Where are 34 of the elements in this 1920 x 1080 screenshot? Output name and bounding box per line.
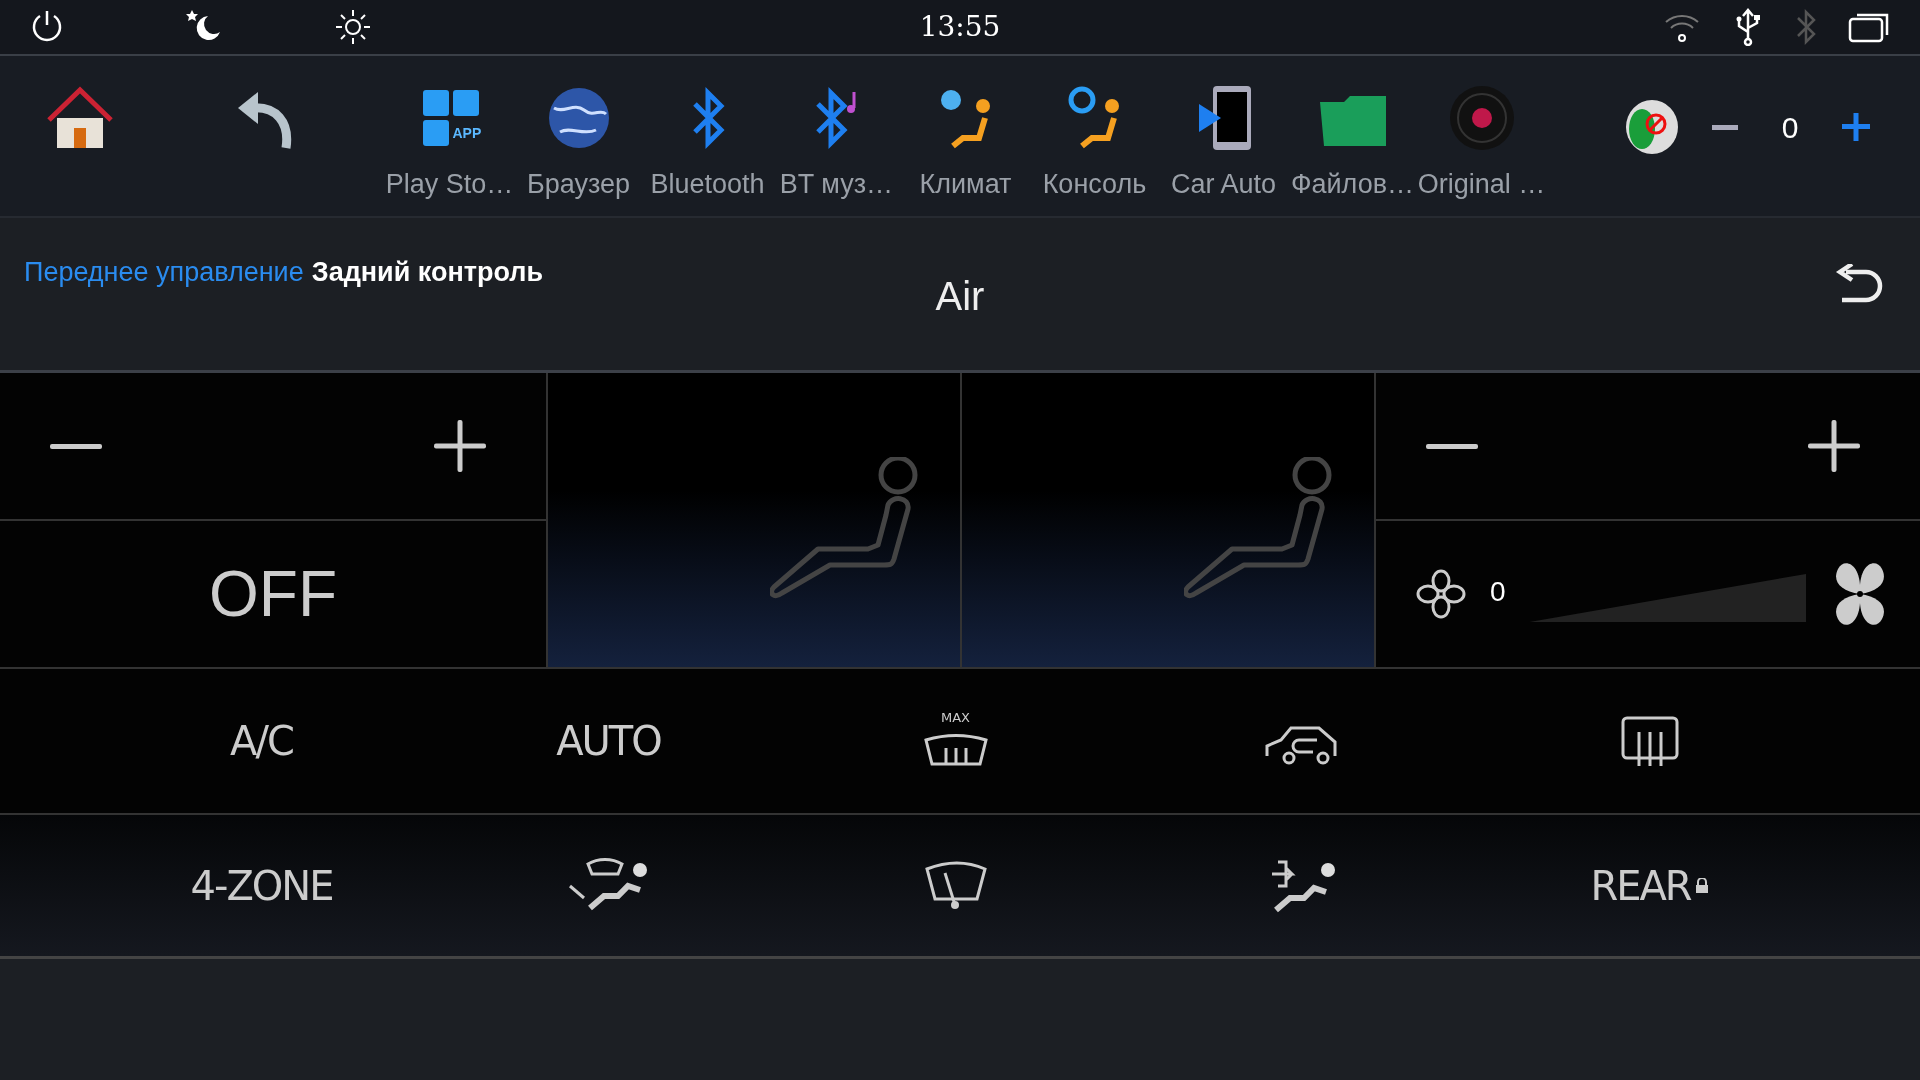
volume-value: 0: [1780, 109, 1800, 146]
minus-icon[interactable]: [1712, 125, 1738, 131]
app-label[interactable]: Браузер: [526, 164, 631, 205]
tab[interactable]: Задний контроль: [307, 252, 548, 293]
app-label[interactable]: BT муз…: [779, 164, 894, 205]
app-label[interactable]: Файлов…: [1290, 164, 1414, 205]
climate-mode-button[interactable]: AUTO: [550, 710, 667, 772]
max-defrost-button[interactable]: MAX: [915, 709, 996, 773]
screen-title: Air: [935, 273, 985, 320]
app-label[interactable]: Климат: [919, 164, 1012, 205]
climate-mode-button[interactable]: 4-ZONE: [184, 854, 339, 917]
fan-speed-value: 0: [1490, 575, 1506, 609]
plus-icon[interactable]: [1808, 420, 1860, 472]
temperature-value: OFF: [209, 557, 337, 632]
max-caption: MAX: [941, 710, 970, 724]
clock-time: 13:55: [919, 9, 1001, 45]
bluetooth-icon: [1794, 8, 1818, 46]
brightness-icon[interactable]: [334, 8, 372, 46]
recent-apps-icon[interactable]: [1848, 11, 1890, 43]
power-icon[interactable]: [30, 8, 64, 42]
app-label[interactable]: Car Auto: [1170, 164, 1277, 205]
plus-icon[interactable]: [434, 420, 486, 472]
minus-icon[interactable]: [1426, 444, 1478, 450]
app-label[interactable]: Bluetooth: [650, 164, 765, 205]
tab[interactable]: Переднее управление: [20, 252, 308, 293]
lock-icon: [1694, 877, 1709, 894]
fan-low-icon[interactable]: [1416, 569, 1466, 619]
app-label[interactable]: Original …: [1417, 164, 1546, 205]
app-label[interactable]: Консоль: [1042, 164, 1147, 205]
climate-mode-button[interactable]: A/C: [224, 710, 299, 772]
icon-caption: APP: [452, 126, 482, 140]
minus-icon[interactable]: [50, 444, 102, 450]
climate-mode-button[interactable]: REAR: [1584, 854, 1715, 917]
app-label[interactable]: Play Sto…: [385, 164, 514, 205]
